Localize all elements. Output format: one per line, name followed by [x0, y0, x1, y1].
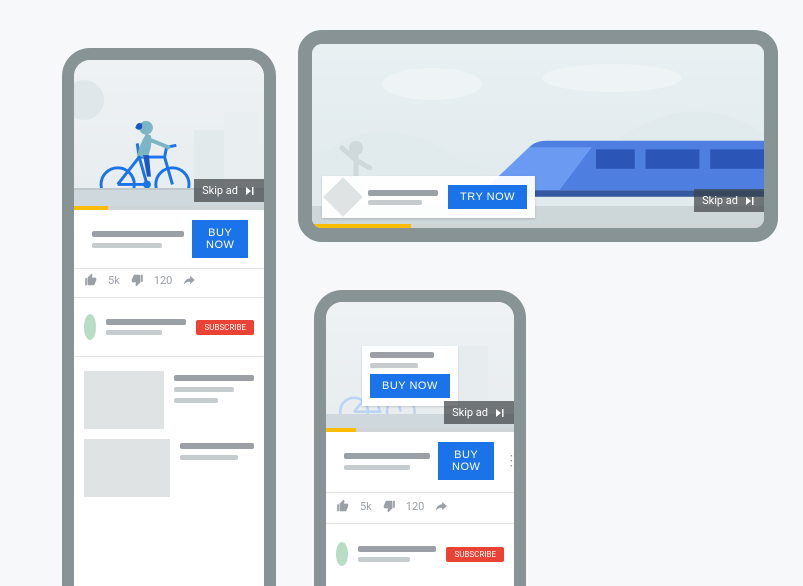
buy-now-button[interactable]: BUY NOW — [370, 374, 450, 398]
more-icon[interactable]: ⋮ — [256, 231, 274, 247]
headline-placeholder — [344, 453, 430, 459]
like-count: 5k — [360, 500, 372, 513]
video-player: Skip ad — [74, 60, 264, 210]
skip-next-icon — [744, 195, 756, 207]
ad-overlay-card: BUY NOW — [362, 346, 458, 406]
played-bar — [312, 224, 411, 228]
skip-ad-button[interactable]: Skip ad — [694, 189, 764, 212]
below-video-row: BUY NOW ⋮ — [326, 432, 514, 486]
channel-name-placeholder — [358, 546, 436, 552]
related-title-placeholder — [174, 375, 254, 381]
buy-now-button[interactable]: BUY NOW — [192, 220, 248, 258]
creator-row: SUBSCRIBE — [326, 530, 514, 566]
played-bar — [74, 206, 108, 210]
video-player: TRY NOW Skip ad — [312, 44, 764, 228]
below-video-row: BUY NOW ⋮ — [74, 210, 264, 264]
headline-placeholder — [92, 231, 184, 237]
dislike-count: 120 — [154, 274, 173, 287]
related-thumbnail[interactable] — [84, 439, 170, 497]
progress-bar[interactable] — [312, 224, 764, 228]
mobile-mockup-below-video-cta: Skip ad BUY NOW ⋮ 5k 120 SUBSCRIBE — [62, 48, 276, 586]
thumb-down-icon[interactable] — [382, 499, 396, 513]
related-meta-placeholder — [180, 455, 238, 460]
thumb-down-icon[interactable] — [130, 273, 144, 287]
skip-ad-label: Skip ad — [202, 184, 238, 197]
related-thumbnail[interactable] — [84, 371, 164, 429]
buy-now-button[interactable]: BUY NOW — [438, 442, 494, 480]
skip-ad-label: Skip ad — [452, 406, 488, 419]
related-row — [74, 361, 264, 439]
channel-name-placeholder — [106, 319, 186, 325]
skip-next-icon — [244, 185, 256, 197]
creator-row: SUBSCRIBE — [74, 302, 264, 352]
ad-overlay-thumb — [323, 177, 363, 217]
share-icon[interactable] — [182, 273, 196, 287]
divider — [74, 297, 264, 298]
divider — [74, 356, 264, 357]
channel-sub-placeholder — [358, 557, 410, 562]
channel-sub-placeholder — [106, 330, 162, 335]
tablet-mockup-overlay-cta: TRY NOW Skip ad — [298, 30, 778, 242]
divider — [326, 492, 514, 493]
video-player: BUY NOW Skip ad — [326, 302, 514, 432]
overlay-headline-placeholder — [368, 190, 438, 196]
skip-ad-button[interactable]: Skip ad — [444, 401, 514, 424]
related-meta-placeholder — [174, 398, 218, 403]
subhead-placeholder — [344, 465, 410, 470]
dislike-count: 120 — [406, 500, 425, 513]
ad-overlay-card: TRY NOW — [322, 176, 535, 218]
progress-bar[interactable] — [74, 206, 264, 210]
mobile-mockup-on-video-cta: BUY NOW Skip ad BUY NOW ⋮ 5k 120 — [314, 290, 526, 586]
share-icon[interactable] — [434, 499, 448, 513]
progress-bar[interactable] — [326, 428, 514, 432]
divider — [326, 523, 514, 524]
related-meta-placeholder — [174, 387, 234, 392]
subhead-placeholder — [92, 243, 162, 248]
try-now-button[interactable]: TRY NOW — [448, 185, 527, 209]
subscribe-button[interactable]: SUBSCRIBE — [446, 547, 504, 562]
skip-ad-label: Skip ad — [702, 194, 738, 207]
thumb-up-icon[interactable] — [336, 499, 350, 513]
overlay-headline-placeholder — [370, 352, 434, 358]
divider — [74, 268, 264, 269]
related-row — [74, 439, 264, 507]
avatar[interactable] — [84, 314, 96, 340]
engagement-row: 5k 120 — [326, 499, 514, 513]
cloud-shape — [64, 80, 104, 120]
avatar[interactable] — [336, 542, 348, 566]
played-bar — [326, 428, 356, 432]
skip-next-icon — [494, 407, 506, 419]
more-icon[interactable]: ⋮ — [502, 453, 520, 469]
overlay-subhead-placeholder — [370, 363, 418, 368]
subscribe-button[interactable]: SUBSCRIBE — [196, 320, 254, 335]
related-title-placeholder — [180, 443, 254, 449]
like-count: 5k — [108, 274, 120, 287]
overlay-subhead-placeholder — [368, 200, 422, 205]
engagement-row: 5k 120 — [74, 273, 264, 287]
skip-ad-button[interactable]: Skip ad — [194, 179, 264, 202]
thumb-up-icon[interactable] — [84, 273, 98, 287]
